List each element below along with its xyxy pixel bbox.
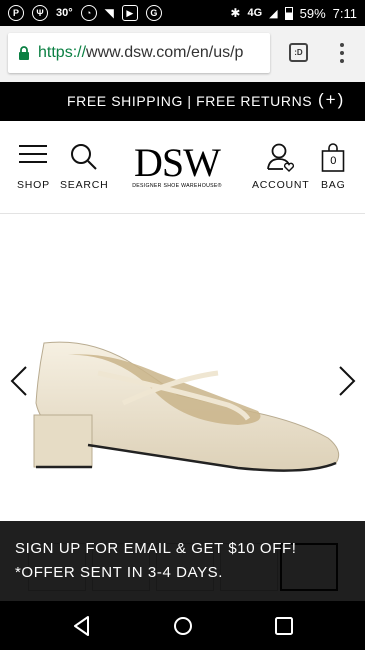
- bag-icon: 0: [321, 143, 345, 173]
- logo-tagline: DESIGNER SHOE WAREHOUSE®: [132, 183, 222, 189]
- play-icon: ▶: [121, 5, 138, 21]
- search-button[interactable]: SEARCH: [60, 143, 109, 191]
- lock-icon: [19, 46, 29, 60]
- browser-toolbar: https:// www.dsw.com/en/us/p :D: [0, 26, 365, 82]
- pinterest-icon: P: [8, 5, 24, 21]
- dsw-logo[interactable]: DSW DESIGNER SHOE WAREHOUSE®: [127, 140, 227, 190]
- bluetooth-icon: ✱: [230, 6, 241, 20]
- shop-button[interactable]: SHOP: [17, 143, 50, 191]
- url-bar[interactable]: https:// www.dsw.com/en/us/p: [8, 33, 270, 73]
- site-header: SHOP SEARCH DSW DESIGNER SHOE WAREHOUSE®…: [0, 121, 365, 214]
- logo-text: DSW: [134, 140, 221, 185]
- battery-percent: 59%: [299, 5, 326, 21]
- clock: 7:11: [332, 5, 357, 21]
- signal-icon: ◢: [269, 7, 278, 20]
- usb-icon: Ψ: [32, 5, 48, 21]
- url-text: www.dsw.com/en/us/p: [86, 44, 244, 61]
- promo-bar: FREE SHIPPING | FREE RETURNS (+): [0, 82, 365, 121]
- account-label: ACCOUNT: [252, 179, 310, 191]
- account-button[interactable]: ACCOUNT: [252, 143, 310, 191]
- promo-expand-button[interactable]: (+): [318, 90, 345, 110]
- status-bar: P Ψ 30° ◔ ◥ ▶ G ✱ 4G ◢ 59% 7:11: [0, 0, 365, 26]
- hamburger-icon: [19, 145, 48, 163]
- home-icon[interactable]: [171, 614, 195, 638]
- signup-headline: SIGN UP FOR EMAIL & GET $10 OFF!: [15, 540, 297, 557]
- previous-image-button[interactable]: [9, 365, 29, 397]
- speed-icon: ◔: [80, 5, 97, 21]
- bag-button[interactable]: 0 BAG: [321, 143, 346, 191]
- recents-icon[interactable]: [272, 614, 296, 638]
- shoe-image: [33, 341, 340, 472]
- search-label: SEARCH: [60, 179, 109, 191]
- promo-text: FREE SHIPPING | FREE RETURNS: [67, 93, 313, 109]
- network-text: 4G: [247, 7, 263, 19]
- g-icon: G: [145, 5, 162, 21]
- bag-count: 0: [330, 155, 337, 167]
- email-signup-banner[interactable]: SIGN UP FOR EMAIL & GET $10 OFF! *OFFER …: [0, 521, 365, 601]
- tab-switcher-button[interactable]: :D: [289, 43, 308, 62]
- wifi-icon: ◥: [104, 6, 114, 20]
- shop-label: SHOP: [17, 179, 50, 191]
- bag-label: BAG: [321, 179, 346, 191]
- url-scheme: https://: [38, 44, 87, 61]
- android-nav-bar: [0, 601, 365, 650]
- search-icon: [71, 144, 97, 170]
- temperature-text: 30°: [56, 7, 73, 19]
- account-icon: [266, 143, 294, 172]
- product-image-carousel[interactable]: [0, 215, 365, 521]
- back-icon[interactable]: [70, 614, 94, 638]
- battery-icon: [284, 6, 293, 20]
- signup-subtext: *OFFER SENT IN 3-4 DAYS.: [15, 564, 224, 581]
- browser-menu-button[interactable]: [334, 40, 350, 66]
